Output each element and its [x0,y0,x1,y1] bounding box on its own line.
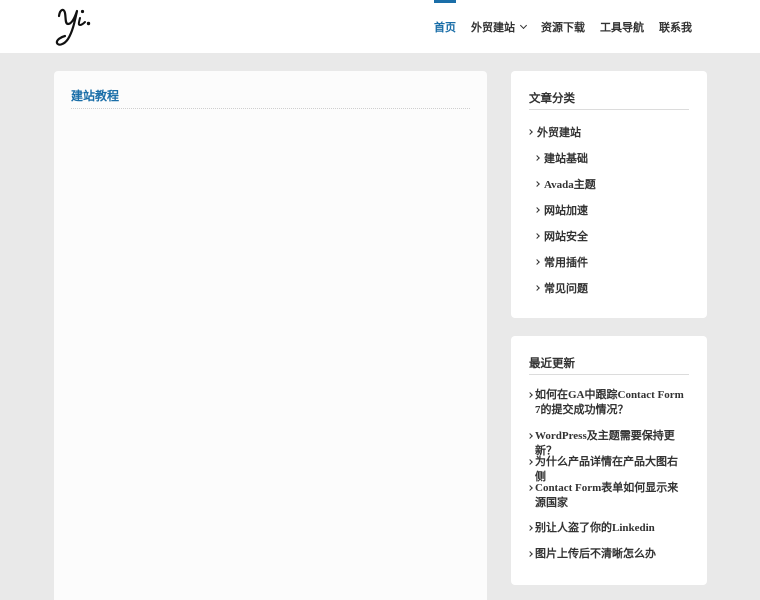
nav-item-contact[interactable]: 联系我 [659,0,692,53]
site-logo[interactable] [54,5,98,49]
chevron-right-icon [534,181,540,187]
nav-item-home[interactable]: 首页 [434,0,456,53]
widget-divider [529,374,689,375]
nav-item-tools[interactable]: 工具导航 [600,0,644,53]
recent-post-link[interactable]: 别让人盗了你的Linkedin [527,521,686,536]
nav-item-foreign-trade-site[interactable]: 外贸建站 [471,0,528,53]
chevron-right-icon [534,285,540,291]
category-label: 网站安全 [544,231,588,243]
category-label: 建站基础 [544,153,588,165]
category-label: Avada主题 [544,179,596,191]
title-divider [71,108,470,109]
nav-item-contact-label: 联系我 [659,20,692,34]
widget-divider [529,109,689,110]
recent-post-title: 图片上传后不清晰怎么办 [535,548,656,560]
recent-post-title: 如何在GA中跟踪Contact Form 7的提交成功情况？ [535,389,684,416]
category-link[interactable]: Avada主题 [534,176,596,192]
categories-widget-title: 文章分类 [529,91,575,105]
chevron-right-icon [527,129,533,135]
chevron-right-icon [534,259,540,265]
nav-item-home-label: 首页 [434,20,456,34]
category-link[interactable]: 外贸建站 [527,124,581,140]
category-link[interactable]: 常用插件 [534,254,588,270]
chevron-down-icon [519,21,528,29]
category-link[interactable]: 建站基础 [534,150,588,166]
recent-post-link[interactable]: Contact Form表单如何显示来源国家 [527,481,686,511]
nav-item-downloads-label: 资源下载 [541,20,585,34]
main-nav: 首页 外贸建站 资源下载 工具导航 联系我 [419,0,692,53]
recent-posts-widget-title: 最近更新 [529,356,575,370]
category-label: 网站加速 [544,205,588,217]
recent-post-link[interactable]: 图片上传后不清晰怎么办 [527,547,686,562]
nav-item-downloads[interactable]: 资源下载 [541,0,585,53]
categories-widget: 文章分类 外贸建站 建站基础 Avada主题 网站加速 网站安全 常用插件 常见… [511,71,707,318]
chevron-right-icon [534,207,540,213]
chevron-right-icon [534,155,540,161]
recent-post-title: 别让人盗了你的Linkedin [535,522,655,534]
site-header: 首页 外贸建站 资源下载 工具导航 联系我 [0,0,760,53]
recent-post-link[interactable]: 如何在GA中跟踪Contact Form 7的提交成功情况？ [527,388,686,418]
page-title: 建站教程 [71,89,120,103]
logo-yi-icon [55,8,91,46]
category-label: 外贸建站 [537,127,581,139]
category-link[interactable]: 网站安全 [534,228,588,244]
category-label: 常用插件 [544,257,588,269]
main-content-card: 建站教程 [54,71,487,600]
chevron-right-icon [534,233,540,239]
recent-post-title: Contact Form表单如何显示来源国家 [535,482,679,509]
category-label: 常见问题 [544,283,588,295]
recent-posts-widget: 最近更新 如何在GA中跟踪Contact Form 7的提交成功情况？ Word… [511,336,707,585]
category-link[interactable]: 常见问题 [534,280,588,296]
nav-item-tools-label: 工具导航 [600,20,644,34]
category-link[interactable]: 网站加速 [534,202,588,218]
nav-item-foreign-trade-site-label: 外贸建站 [471,20,515,34]
